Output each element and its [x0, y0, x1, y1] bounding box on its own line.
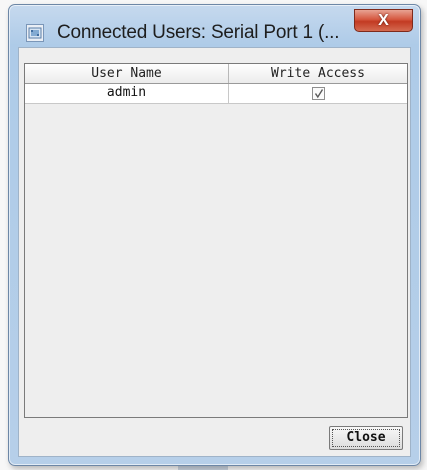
close-button[interactable]: Close [329, 426, 403, 450]
table-row[interactable]: admin [25, 84, 407, 104]
connected-users-dialog: Connected Users: Serial Port 1 (... X Us… [8, 4, 421, 466]
write-access-cell[interactable] [229, 84, 407, 103]
users-table: User Name Write Access admin [24, 63, 408, 418]
title-bar[interactable]: Connected Users: Serial Port 1 (... X [9, 5, 420, 51]
dialog-content: User Name Write Access admin Close [18, 47, 411, 457]
write-access-checkbox[interactable] [312, 87, 325, 100]
table-header: User Name Write Access [25, 64, 407, 84]
serial-port-icon [26, 24, 44, 42]
column-header-user-name[interactable]: User Name [25, 64, 229, 83]
checkmark-icon [314, 89, 324, 99]
window-close-button[interactable]: X [354, 9, 413, 32]
window-title: Connected Users: Serial Port 1 (... [57, 22, 340, 43]
user-name-cell[interactable]: admin [25, 84, 229, 103]
column-header-write-access[interactable]: Write Access [229, 64, 407, 83]
